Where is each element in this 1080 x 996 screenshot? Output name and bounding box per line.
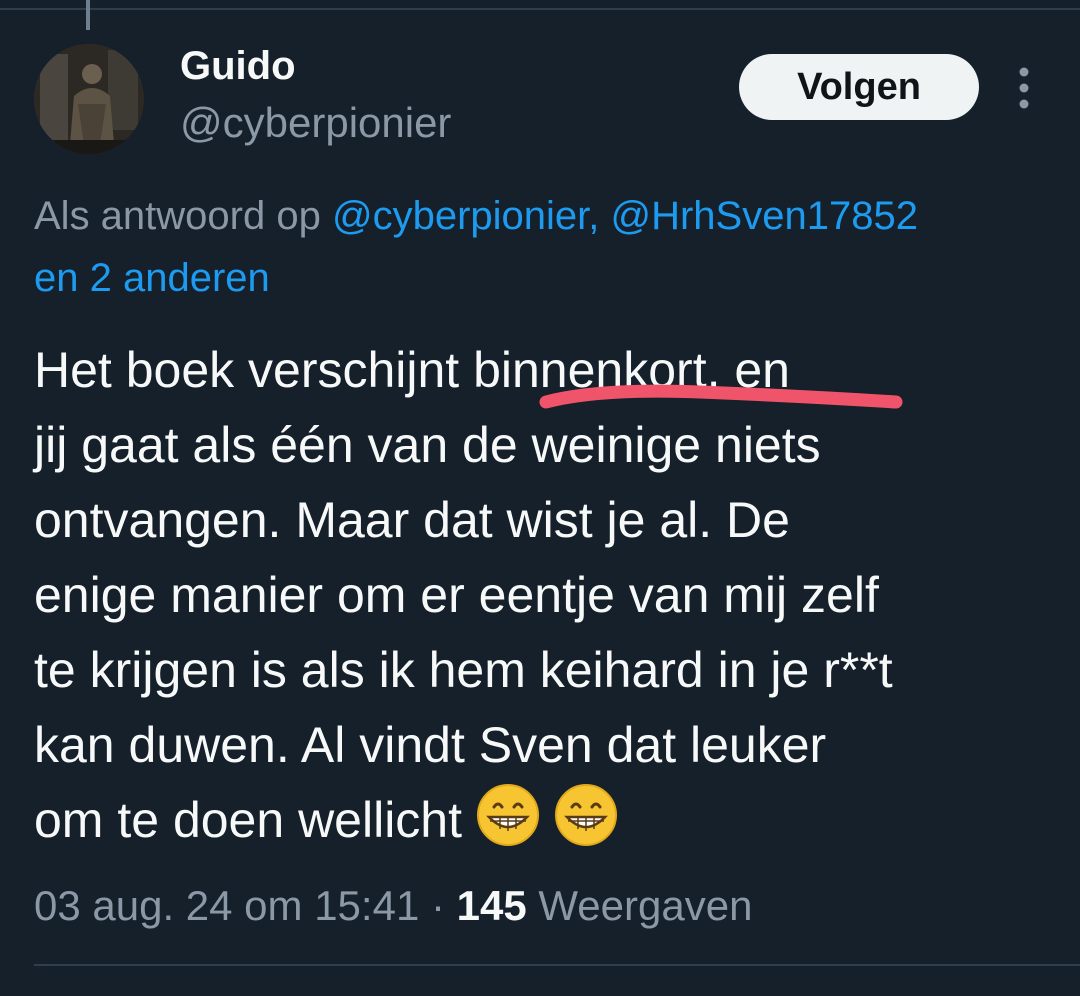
avatar-photo-icon [34, 44, 144, 154]
grinning-face-icon [476, 784, 539, 846]
reply-context: Als antwoord op @cyberpionier, @HrhSven1… [34, 186, 1080, 246]
reply-mentions-link[interactable]: @cyberpionier, @HrhSven17852 [332, 194, 918, 238]
avatar[interactable] [34, 44, 144, 154]
tweet-text-line-last: om te doen wellicht [34, 783, 618, 857]
tweet-text-segment: om te doen wellicht [34, 792, 463, 848]
tweet-text-line: jij gaat als één van de weinige niets [34, 417, 821, 473]
thread-connector-line [86, 0, 90, 30]
author-display-name[interactable]: Guido [180, 42, 296, 90]
tweet-meta: 03 aug. 24 om 15:41 · 145 Weergaven [34, 876, 752, 936]
tweet-text-line: kan duwen. Al vindt Sven dat leuker [34, 717, 827, 773]
bottom-divider [34, 964, 1080, 966]
author-handle[interactable]: @cyberpionier [180, 98, 451, 148]
more-options-icon[interactable] [1004, 62, 1044, 116]
tweet-text-line: enige manier om er eentje van mij zelf [34, 567, 879, 623]
reply-context-prefix: Als antwoord op [34, 194, 321, 238]
meta-separator: · [430, 882, 445, 929]
views-label: Weergaven [538, 882, 753, 929]
top-divider [0, 8, 1080, 10]
tweet-text-line: Het boek verschijnt binnenkort, en [34, 342, 790, 398]
follow-button[interactable]: Volgen [739, 54, 979, 120]
tweet-text-line: te krijgen is als ik hem keihard in je r… [34, 642, 893, 698]
reply-others-link[interactable]: en 2 anderen [34, 248, 270, 308]
tweet-text-line: ontvangen. Maar dat wist je al. De [34, 492, 790, 548]
grinning-face-icon [554, 784, 617, 846]
views-count: 145 [456, 882, 527, 929]
tweet-timestamp[interactable]: 03 aug. 24 om 15:41 [34, 882, 419, 929]
